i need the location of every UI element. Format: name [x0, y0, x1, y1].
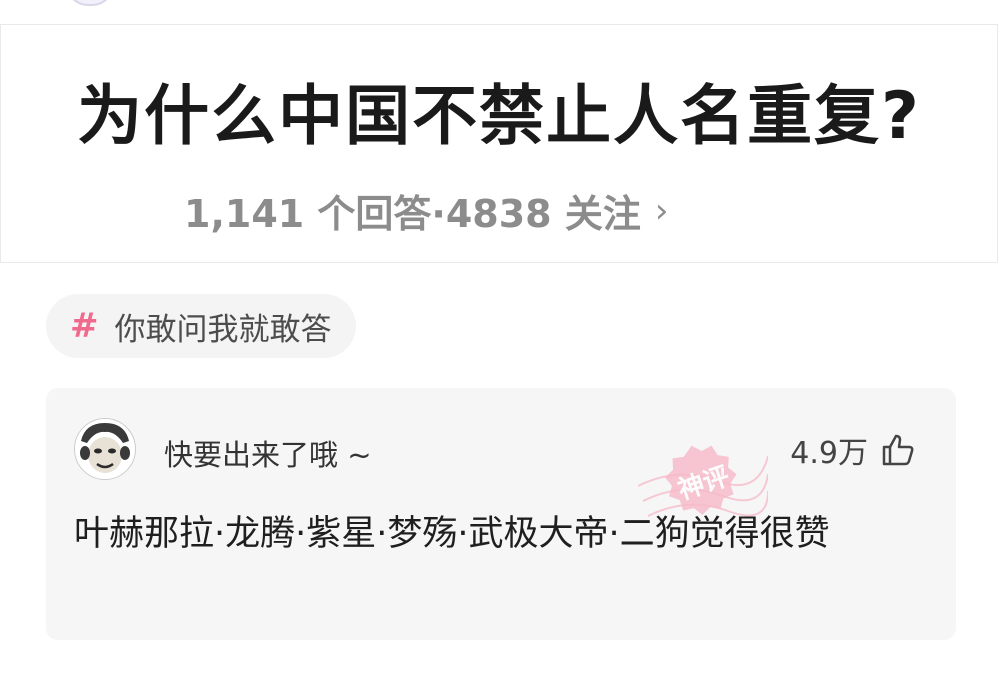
topic-label: 你敢问我就敢答 — [114, 311, 332, 348]
meme-face-avatar[interactable] — [74, 418, 136, 480]
chevron-right-icon: › — [654, 190, 669, 231]
question-meta[interactable]: 1,141 个回答·4838 关注 › — [184, 183, 668, 238]
like-count: 4.9万 — [790, 436, 868, 471]
comment-text: 叶赫那拉·龙腾·紫星·梦殇·武极大帝·二狗觉得很赞 — [74, 514, 830, 554]
comment-card[interactable]: 快要出来了哦 ~ 神评 4.9万 叶赫那拉·龙腾·紫星·梦殇·武极大帝·二狗觉得… — [46, 388, 956, 640]
question-stats: 1,141 个回答·4838 关注 — [184, 192, 641, 236]
question-card[interactable]: 为什么中国不禁止人名重复? 1,141 个回答·4838 关注 › — [0, 24, 998, 263]
question-title: 为什么中国不禁止人名重复? — [77, 79, 921, 154]
top-avatar-peek — [66, 0, 114, 6]
thumbs-up-icon[interactable] — [880, 432, 916, 468]
topic-chip[interactable]: # 你敢问我就敢答 — [46, 294, 356, 358]
like-count-group[interactable]: 4.9万 — [790, 428, 916, 472]
username[interactable]: 快要出来了哦 ~ — [164, 432, 372, 474]
hashtag-icon: # — [70, 306, 99, 346]
